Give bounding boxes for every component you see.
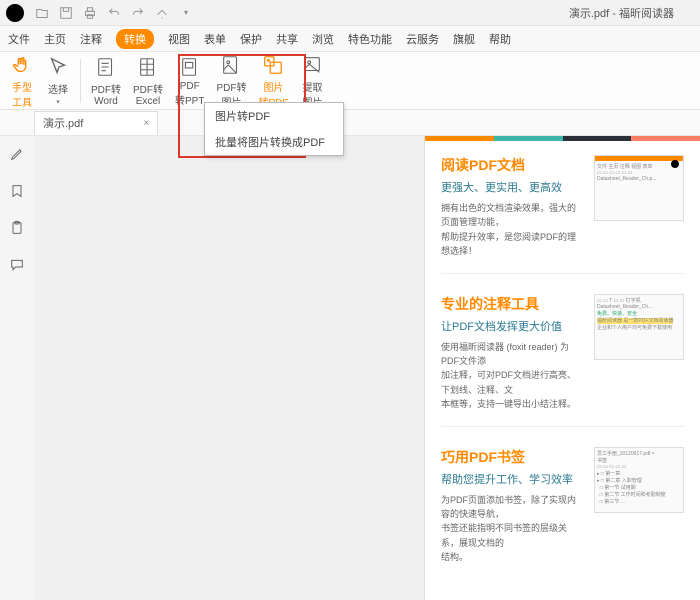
tool-pdf-ppt-label: PDF 转PPT xyxy=(175,81,204,107)
dropdown-item-batch[interactable]: 批量将图片转换成PDF xyxy=(205,129,343,155)
sect1-sub: 更强大、更实用、更高效 xyxy=(441,179,584,195)
window-title: 演示.pdf - 福昕阅读器 xyxy=(569,5,674,21)
dropdown-img-pdf: 图片转PDF 批量将图片转换成PDF xyxy=(204,102,344,156)
sect3-thumb: 员工手册_20120917.pdf ×书签▭ ▭ ▭ ▭ ▭▸ □ 第一章▸ □… xyxy=(594,447,684,513)
workspace: 阅读PDF文档 更强大、更实用、更高效 拥有出色的文档渲染效果，强大的页面管理功… xyxy=(0,136,700,600)
dropdown-icon[interactable]: ▾ xyxy=(179,6,193,20)
menu-file[interactable]: 文件 xyxy=(8,31,30,47)
bookmark-icon[interactable] xyxy=(9,183,25,202)
section-bookmark: 巧用PDF书签 帮助您提升工作、学习效率 为PDF页面添加书签，除了实现内容的快… xyxy=(425,433,700,573)
tool-hand-label: 手型 工具 xyxy=(12,79,32,109)
comment-icon[interactable] xyxy=(9,257,25,276)
pencil-icon[interactable] xyxy=(9,146,25,165)
undo-icon[interactable] xyxy=(107,6,121,20)
avatar[interactable] xyxy=(6,4,24,22)
open-icon[interactable] xyxy=(35,6,49,20)
menu-bar: 文件 主页 注释 转换 视图 表单 保护 共享 浏览 特色功能 云服务 旗舰 帮… xyxy=(0,26,700,52)
section-read: 阅读PDF文档 更强大、更实用、更高效 拥有出色的文档渲染效果，强大的页面管理功… xyxy=(425,141,700,267)
document-tab[interactable]: 演示.pdf × xyxy=(34,111,158,135)
print-icon[interactable] xyxy=(83,6,97,20)
menu-help[interactable]: 帮助 xyxy=(489,31,511,47)
pdf-page: 阅读PDF文档 更强大、更实用、更高效 拥有出色的文档渲染效果，强大的页面管理功… xyxy=(424,136,700,600)
sect2-thumb: ▭ ▭ T ▭ ▭ 打字机Datasheet_Reader_Ch...免费、快速… xyxy=(594,294,684,360)
tab-strip: 演示.pdf × xyxy=(0,110,700,136)
menu-form[interactable]: 表单 xyxy=(204,31,226,47)
title-bar: ▾ 演示.pdf - 福昕阅读器 xyxy=(0,0,700,26)
save-icon[interactable] xyxy=(59,6,73,20)
accent-bar xyxy=(425,136,700,141)
menu-share[interactable]: 共享 xyxy=(276,31,298,47)
tool-pdf-excel-label: PDF转 Excel xyxy=(133,81,163,107)
sect1-title: 阅读PDF文档 xyxy=(441,155,584,175)
redo-icon[interactable] xyxy=(131,6,145,20)
sect1-thumb: 文件 主页 注释 视图 表单▭ ▭ ▭ ▭ ▭ ▭Datasheet_Reade… xyxy=(594,155,684,221)
menu-home[interactable]: 主页 xyxy=(44,31,66,47)
menu-flagship[interactable]: 旗舰 xyxy=(453,31,475,47)
tool-hand[interactable]: 手型 工具 xyxy=(4,51,40,111)
tool-pdf-excel[interactable]: PDF转 Excel xyxy=(127,53,169,109)
tool-select[interactable]: 选择 ▾ xyxy=(40,53,76,108)
tool-pdf-word-label: PDF转 Word xyxy=(91,81,121,107)
tab-close-icon[interactable]: × xyxy=(143,118,149,129)
menu-convert[interactable]: 转换 xyxy=(116,29,154,49)
menu-browse[interactable]: 浏览 xyxy=(312,31,334,47)
menu-view[interactable]: 视图 xyxy=(168,31,190,47)
menu-protect[interactable]: 保护 xyxy=(240,31,262,47)
tool-pdf-ppt[interactable]: PDF 转PPT xyxy=(169,53,210,109)
dropdown-item-single[interactable]: 图片转PDF xyxy=(205,103,343,129)
sect1-text: 拥有出色的文档渲染效果，强大的页面管理功能， 帮助提升效率，是您阅读PDF的理想… xyxy=(441,201,584,259)
tab-label: 演示.pdf xyxy=(43,115,83,131)
more-icon[interactable] xyxy=(155,6,169,20)
ribbon: 手型 工具 选择 ▾ PDF转 Word PDF转 Excel PDF 转PPT… xyxy=(0,52,700,110)
bottom-accent xyxy=(425,595,700,600)
clipboard-icon[interactable] xyxy=(9,220,25,239)
menu-cloud[interactable]: 云服务 xyxy=(406,31,439,47)
separator xyxy=(80,59,81,103)
sect3-sub: 帮助您提升工作、学习效率 xyxy=(441,471,584,487)
sect2-title: 专业的注释工具 xyxy=(441,294,584,314)
tool-select-label: 选择 xyxy=(48,81,68,96)
menu-feature[interactable]: 特色功能 xyxy=(348,31,392,47)
side-rail xyxy=(0,136,34,600)
sect3-title: 巧用PDF书签 xyxy=(441,447,584,467)
sect2-text: 使用福昕阅读器 (foxit reader) 为PDF文件添 加注释，可对PDF… xyxy=(441,340,584,412)
sect2-sub: 让PDF文档发挥更大价值 xyxy=(441,318,584,334)
sect3-text: 为PDF页面添加书签，除了实现内容的快速导航， 书签还能指明不同书签的层级关系，… xyxy=(441,493,584,565)
tool-pdf-word[interactable]: PDF转 Word xyxy=(85,53,127,109)
document-canvas[interactable]: 阅读PDF文档 更强大、更实用、更高效 拥有出色的文档渲染效果，强大的页面管理功… xyxy=(34,136,700,600)
menu-annot[interactable]: 注释 xyxy=(80,31,102,47)
section-annotate: 专业的注释工具 让PDF文档发挥更大价值 使用福昕阅读器 (foxit read… xyxy=(425,280,700,420)
